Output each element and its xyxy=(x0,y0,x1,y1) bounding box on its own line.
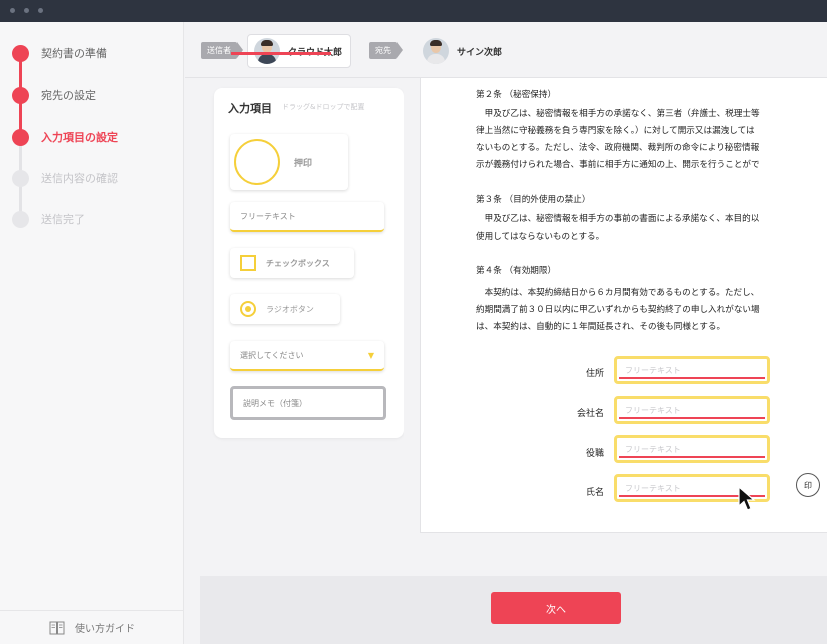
free-text-tool[interactable]: フリーテキスト xyxy=(230,202,384,232)
checkbox-tool-label: チェックボックス xyxy=(266,258,330,268)
window-minimize-dot[interactable] xyxy=(24,8,29,13)
sender-name: クラウド太郎 xyxy=(288,45,342,58)
stamp-tool-label: 押印 xyxy=(294,158,313,169)
article-4-line-3: は、本契約は、自動的に１年間延長され、その後も同様とする。 xyxy=(476,322,726,332)
window-maximize-dot[interactable] xyxy=(38,8,43,13)
dropdown-triangle-icon: ▼ xyxy=(367,350,374,360)
recipient-name: サイン次郎 xyxy=(457,47,503,58)
step-label: 宛先の設定 xyxy=(41,89,96,102)
step-label: 送信完了 xyxy=(41,213,85,226)
position-field-placeholder: フリーテキスト xyxy=(619,440,765,458)
radio-tool-label: ラジオボタン xyxy=(266,304,314,314)
name-label: 氏名 xyxy=(585,488,604,498)
sender-tag: 送信者 xyxy=(201,42,243,59)
step-confirm-send: 送信内容の確認 xyxy=(12,169,118,187)
memo-tool-label: 説明メモ（付箋） xyxy=(243,398,307,408)
checkbox-icon xyxy=(240,255,256,271)
article-2-line-4: 示が義務付けられた場合、事前に相手方に通知の上、開示を行うことがで xyxy=(476,160,760,170)
address-label: 住所 xyxy=(585,369,604,379)
article-2-line-2: 律上当然に守秘義務を負う専門家を除く。）に対して開示又は漏洩しては xyxy=(476,126,755,136)
article-4-heading: 第４条 （有効期限） xyxy=(476,266,557,276)
address-field-placeholder: フリーテキスト xyxy=(619,361,765,379)
article-2-line-1: 甲及び乙は、秘密情報を相手方の承諾なく、第三者（弁護士、税理士等 xyxy=(476,109,760,119)
article-3-heading: 第３条 （目的外使用の禁止） xyxy=(476,195,591,205)
free-text-tool-label: フリーテキスト xyxy=(240,211,296,221)
step-set-recipients[interactable]: 宛先の設定 xyxy=(12,86,96,104)
window-titlebar xyxy=(0,0,827,22)
article-4-line-1: 本契約は、本契約締結日から６カ月間有効であるものとする。ただし、 xyxy=(476,288,760,298)
panel-hint: ドラッグ&ドロップで配置 xyxy=(282,103,365,111)
usage-guide-link[interactable]: 使い方ガイド xyxy=(0,610,184,644)
article-2-heading: 第２条 （秘密保持） xyxy=(476,90,557,100)
step-label: 入力項目の設定 xyxy=(41,131,118,144)
step-set-input-fields[interactable]: 入力項目の設定 xyxy=(12,128,118,146)
stamp-tool[interactable]: 押印 xyxy=(230,134,348,190)
select-tool-label: 選択してください xyxy=(240,350,304,360)
article-2-line-3: ないものとする。ただし、法令、政府機関、裁判所の命令により秘密情報 xyxy=(476,143,760,153)
company-field[interactable]: フリーテキスト xyxy=(614,396,770,424)
mouse-cursor-icon xyxy=(738,486,756,511)
position-field[interactable]: フリーテキスト xyxy=(614,435,770,463)
memo-tool[interactable]: 説明メモ（付箋） xyxy=(230,386,386,420)
select-tool[interactable]: 選択してください ▼ xyxy=(230,341,384,371)
step-send-complete: 送信完了 xyxy=(12,210,85,228)
recipient-avatar xyxy=(423,38,449,64)
sender-avatar xyxy=(254,38,280,64)
step-dot xyxy=(12,210,29,228)
active-recipient-underline xyxy=(231,52,331,55)
step-dot xyxy=(12,169,29,187)
company-field-placeholder: フリーテキスト xyxy=(619,401,765,419)
sidebar: 契約書の準備 宛先の設定 入力項目の設定 送信内容の確認 送信完了 使い方ガイド xyxy=(0,22,184,644)
step-label: 契約書の準備 xyxy=(41,47,107,60)
address-field[interactable]: フリーテキスト xyxy=(614,356,770,384)
position-label: 役職 xyxy=(585,449,604,459)
radio-icon xyxy=(240,301,256,317)
input-items-panel: 入力項目 ドラッグ&ドロップで配置 押印 フリーテキスト チェックボックス ラジ… xyxy=(214,88,404,438)
recipient-chip[interactable]: サイン次郎 xyxy=(423,34,502,68)
panel-title: 入力項目 xyxy=(228,102,272,115)
article-4-line-2: 約期間満了前３０日以内に甲乙いずれからも契約終了の申し入れがない場 xyxy=(476,305,760,315)
article-3-line-1: 甲及び乙は、秘密情報を相手方の事前の書面による承諾なく、本目的以 xyxy=(476,214,760,224)
step-dot xyxy=(12,128,29,146)
window-close-dot[interactable] xyxy=(10,8,15,13)
seal-mark[interactable]: 印 xyxy=(796,473,820,497)
next-button[interactable]: 次へ xyxy=(491,592,621,624)
checkbox-tool[interactable]: チェックボックス xyxy=(230,248,354,278)
sender-chip[interactable]: クラウド太郎 xyxy=(247,34,352,68)
book-icon xyxy=(49,621,65,634)
recipient-tag: 宛先 xyxy=(369,42,403,59)
step-dot xyxy=(12,44,29,62)
stamp-circle-icon xyxy=(234,139,280,185)
step-dot xyxy=(12,86,29,104)
radio-tool[interactable]: ラジオボタン xyxy=(230,294,340,324)
signer-bar: 送信者 クラウド太郎 宛先 サイン次郎 xyxy=(185,22,827,78)
company-label: 会社名 xyxy=(576,409,604,419)
usage-guide-label: 使い方ガイド xyxy=(75,624,135,635)
article-3-line-2: 使用してはならないものとする。 xyxy=(476,232,605,242)
step-label: 送信内容の確認 xyxy=(41,172,118,185)
step-prepare-contract[interactable]: 契約書の準備 xyxy=(12,44,107,62)
